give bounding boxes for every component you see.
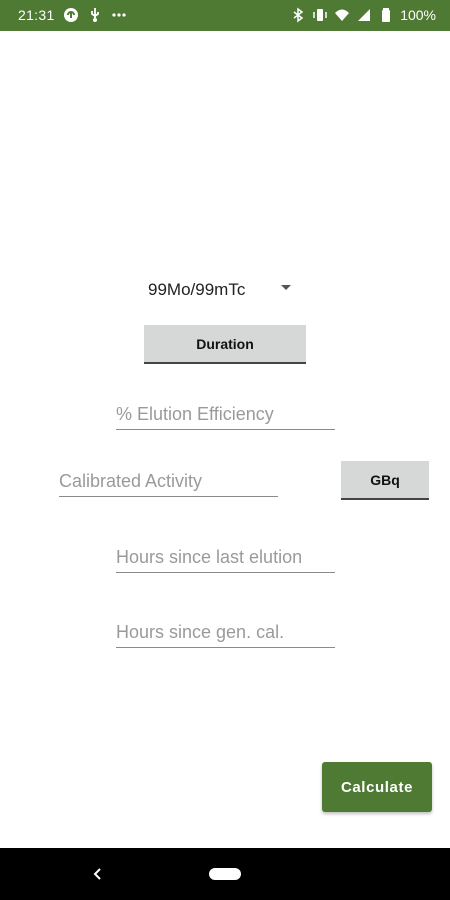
- status-right: 100%: [290, 7, 436, 23]
- wifi-icon: [334, 7, 350, 23]
- calculate-button[interactable]: Calculate: [322, 762, 432, 812]
- usb-debug-icon: [87, 7, 103, 23]
- calibrated-activity-field[interactable]: [59, 466, 278, 497]
- isotope-dropdown[interactable]: 99Mo/99mTc: [140, 276, 300, 304]
- dropdown-arrow-icon: [281, 285, 291, 290]
- hours-since-last-elution-field[interactable]: [116, 542, 335, 573]
- status-left: 21:31: [18, 7, 127, 23]
- status-bar: 21:31 100%: [0, 0, 450, 31]
- duration-button[interactable]: Duration: [144, 325, 306, 364]
- more-notifications-icon: [111, 7, 127, 23]
- back-icon[interactable]: [88, 864, 108, 884]
- navigation-bar: [0, 848, 450, 900]
- hours-since-gen-cal-input[interactable]: [116, 617, 335, 647]
- status-time: 21:31: [18, 7, 55, 23]
- signal-icon: [356, 7, 372, 23]
- vibrate-icon: [312, 7, 328, 23]
- battery-icon: [378, 7, 394, 23]
- hours-since-last-elution-input[interactable]: [116, 542, 335, 572]
- elution-efficiency-input[interactable]: [116, 399, 335, 429]
- calibrated-activity-input[interactable]: [59, 466, 278, 496]
- isotope-dropdown-value: 99Mo/99mTc: [148, 280, 246, 299]
- bluetooth-icon: [290, 7, 306, 23]
- elution-efficiency-field[interactable]: [116, 399, 335, 430]
- unit-gbq-button[interactable]: GBq: [341, 461, 429, 500]
- home-pill-icon[interactable]: [209, 868, 241, 880]
- battery-percent: 100%: [400, 7, 436, 23]
- hours-since-gen-cal-field[interactable]: [116, 617, 335, 648]
- sync-icon: [63, 7, 79, 23]
